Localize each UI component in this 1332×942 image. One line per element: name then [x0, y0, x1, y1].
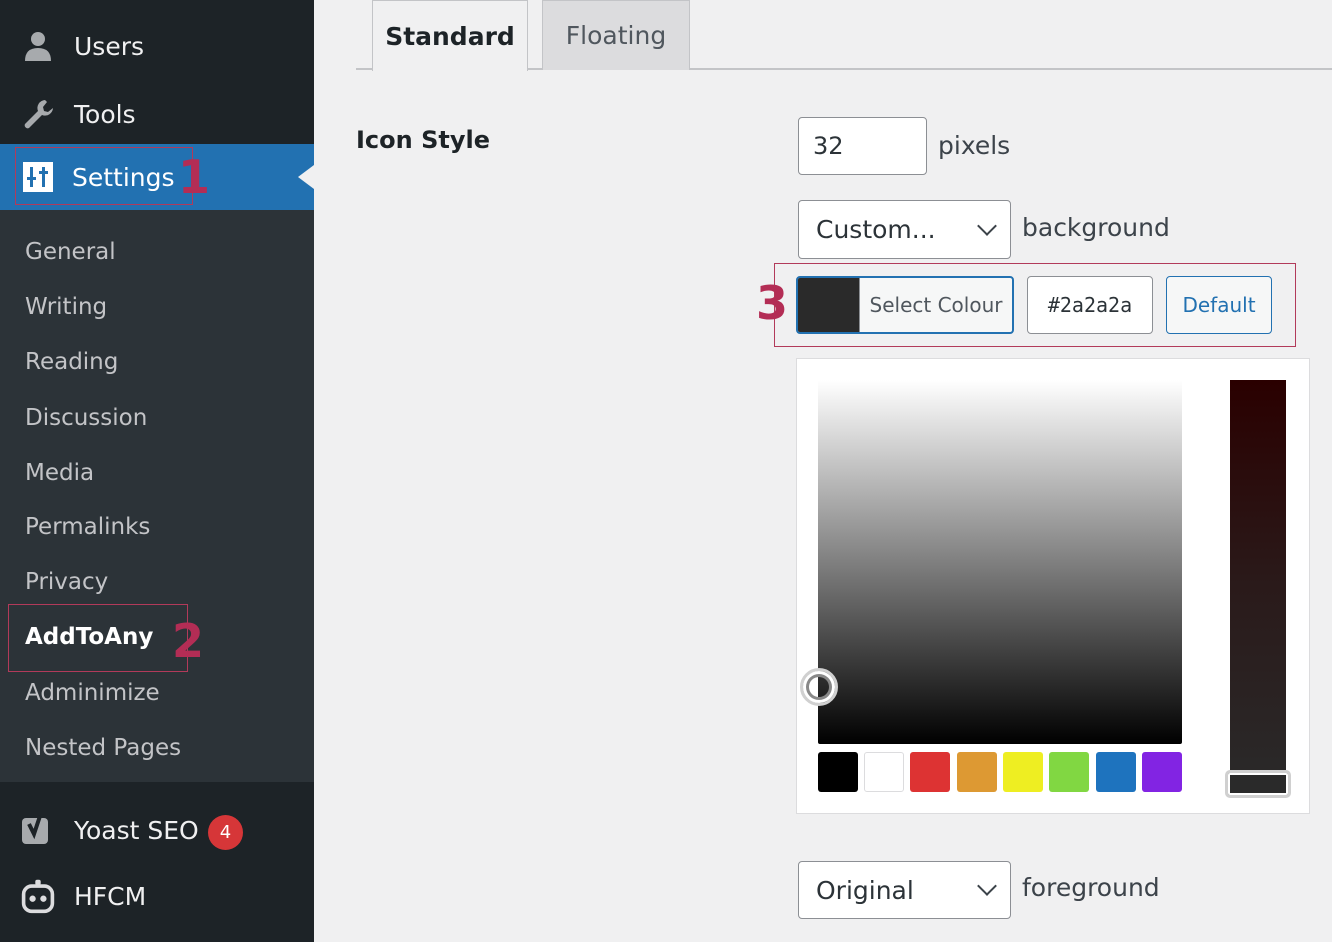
palette-swatch-white[interactable]: [864, 752, 904, 792]
hue-slider-handle[interactable]: [1225, 770, 1291, 798]
palette-swatch-orange[interactable]: [957, 752, 997, 792]
submenu-general[interactable]: General: [25, 237, 116, 267]
yoast-icon: [20, 812, 56, 848]
saturation-value-square[interactable]: [818, 380, 1182, 744]
submenu-nested-pages[interactable]: Nested Pages: [25, 733, 181, 763]
icon-style-label: Icon Style: [356, 126, 490, 154]
annotation-number-3: 3: [756, 276, 789, 330]
submenu-discussion[interactable]: Discussion: [25, 403, 147, 433]
chevron-down-icon: [977, 876, 997, 896]
wrench-icon: [20, 96, 56, 132]
annotation-box-2: [8, 604, 188, 672]
pixels-unit-label: pixels: [938, 131, 1011, 160]
users-icon: [20, 28, 56, 64]
background-select-value: Custom...: [816, 215, 936, 244]
hex-color-input[interactable]: #2a2a2a: [1027, 276, 1153, 334]
hue-slider[interactable]: [1230, 380, 1286, 792]
foreground-select-value: Original: [816, 875, 914, 905]
menu-users[interactable]: Users: [0, 24, 314, 68]
annotation-number-2: 2: [172, 614, 205, 668]
submenu-privacy[interactable]: Privacy: [25, 567, 108, 597]
palette-swatch-yellow[interactable]: [1003, 752, 1043, 792]
select-colour-button[interactable]: Select Colour: [796, 276, 1014, 334]
menu-tools-label: Tools: [74, 99, 136, 129]
saturation-handle[interactable]: [800, 668, 838, 706]
submenu-reading[interactable]: Reading: [25, 347, 118, 377]
palette-swatch-black[interactable]: [818, 752, 858, 792]
background-select[interactable]: Custom...: [798, 200, 1011, 259]
robot-icon: [20, 878, 56, 914]
menu-users-label: Users: [74, 31, 145, 61]
settings-submenu: General Writing Reading Discussion Media…: [0, 210, 314, 782]
icon-size-input[interactable]: 32: [798, 117, 927, 175]
notification-badge: 4: [208, 815, 243, 850]
foreground-label: foreground: [1022, 873, 1160, 902]
select-colour-label: Select Colour: [869, 293, 1003, 317]
submenu-media[interactable]: Media: [25, 458, 94, 488]
menu-yoast-label: Yoast SEO: [74, 815, 199, 845]
submenu-permalinks[interactable]: Permalinks: [25, 512, 150, 542]
submenu-writing[interactable]: Writing: [25, 292, 107, 322]
palette-swatch-green[interactable]: [1049, 752, 1089, 792]
menu-tools[interactable]: Tools: [0, 92, 314, 136]
tab-floating[interactable]: Floating: [542, 0, 690, 70]
current-color-swatch: [798, 278, 860, 332]
menu-hfcm-label: HFCM: [74, 881, 147, 911]
annotation-box-1: [15, 147, 193, 205]
active-menu-arrow: [298, 165, 314, 189]
annotation-number-1: 1: [178, 150, 211, 204]
chevron-down-icon: [977, 215, 997, 236]
palette-swatch-red[interactable]: [910, 752, 950, 792]
admin-sidebar: Users Tools Settings General Writing Rea…: [0, 0, 314, 942]
palette-swatch-purple[interactable]: [1142, 752, 1182, 792]
tab-standard[interactable]: Standard: [372, 0, 528, 71]
default-color-button[interactable]: Default: [1166, 276, 1272, 334]
background-label: background: [1022, 213, 1170, 242]
menu-hfcm[interactable]: HFCM: [0, 872, 314, 920]
foreground-select[interactable]: Original: [798, 861, 1011, 919]
menu-yoast-seo[interactable]: Yoast SEO 4: [0, 806, 314, 854]
submenu-adminimize[interactable]: Adminimize: [25, 678, 160, 708]
palette-swatch-blue[interactable]: [1096, 752, 1136, 792]
